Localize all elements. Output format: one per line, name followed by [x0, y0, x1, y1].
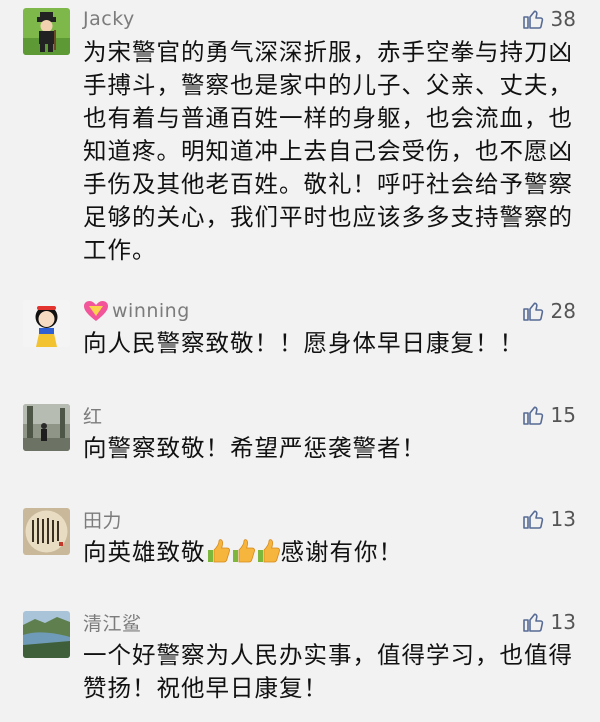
commenter-name[interactable]: 红: [83, 402, 103, 429]
comment-item: winning 28 向人民警察致敬！！愿身体早日康复！！: [0, 296, 600, 376]
thumbs-up-icon[interactable]: [521, 299, 545, 323]
comment-header: Jacky: [83, 4, 135, 34]
like-button[interactable]: 15: [521, 400, 576, 430]
thumbs-up-emoji-icon: [231, 538, 255, 564]
thumbs-up-icon[interactable]: [521, 403, 545, 427]
like-count: 15: [550, 403, 576, 427]
avatar-image: [23, 404, 70, 451]
comment-header: 清江鲨: [83, 607, 142, 637]
avatar-image: [23, 8, 70, 55]
commenter-name[interactable]: 清江鲨: [83, 609, 142, 636]
comment-text-start: 向英雄致敬: [83, 538, 206, 566]
avatar-image: [23, 508, 70, 555]
comment-item: 田力 13 向英雄致敬 感谢有你！: [0, 504, 600, 584]
commenter-name[interactable]: 田力: [83, 506, 122, 533]
thumbs-up-emoji-icon: [206, 538, 230, 564]
like-count: 28: [550, 299, 576, 323]
comment-item: 红 15 向警察致敬！希望严惩袭警者！: [0, 400, 600, 480]
comment-header: winning: [83, 296, 190, 326]
commenter-name[interactable]: winning: [112, 300, 190, 322]
avatar[interactable]: [23, 404, 70, 451]
avatar[interactable]: [23, 300, 70, 347]
commenter-name[interactable]: Jacky: [83, 8, 135, 30]
comment-item: 清江鲨 13 一个好警察为人民办实事，值得学习，也值得赞扬！祝他早日康复！: [0, 607, 600, 717]
comment-text: 向英雄致敬 感谢有你！: [83, 536, 578, 569]
heart-emoji-icon: [83, 300, 109, 322]
thumbs-up-emoji-icon: [256, 538, 280, 564]
avatar[interactable]: [23, 508, 70, 555]
thumbs-up-icon[interactable]: [521, 610, 545, 634]
like-count: 13: [550, 507, 576, 531]
like-button[interactable]: 38: [521, 4, 576, 34]
thumbs-up-icon[interactable]: [521, 7, 545, 31]
avatar[interactable]: [23, 8, 70, 55]
comment-text-end: 感谢有你！: [280, 538, 403, 566]
comment-text: 为宋警官的勇气深深折服，赤手空拳与持刀凶手搏斗，警察也是家中的儿子、父亲、丈夫，…: [83, 38, 573, 264]
comment-item: Jacky 38 为宋警官的勇气深深折服，赤手空拳与持刀凶手搏斗，警察也是家中的…: [0, 4, 600, 274]
like-count: 13: [550, 610, 576, 634]
comment-header: 红: [83, 400, 103, 430]
avatar[interactable]: [23, 611, 70, 658]
like-button[interactable]: 13: [521, 504, 576, 534]
avatar-image: [23, 611, 70, 658]
thumbs-up-icon[interactable]: [521, 507, 545, 531]
comment-text: 向警察致敬！希望严惩袭警者！: [83, 434, 426, 462]
comment-text: 一个好警察为人民办实事，值得学习，也值得赞扬！祝他早日康复！: [83, 641, 573, 702]
like-button[interactable]: 28: [521, 296, 576, 326]
comment-text: 向人民警察致敬！！愿身体早日康复！！: [83, 329, 524, 357]
like-button[interactable]: 13: [521, 607, 576, 637]
comment-header: 田力: [83, 504, 122, 534]
avatar-image: [23, 300, 70, 347]
like-count: 38: [550, 7, 576, 31]
